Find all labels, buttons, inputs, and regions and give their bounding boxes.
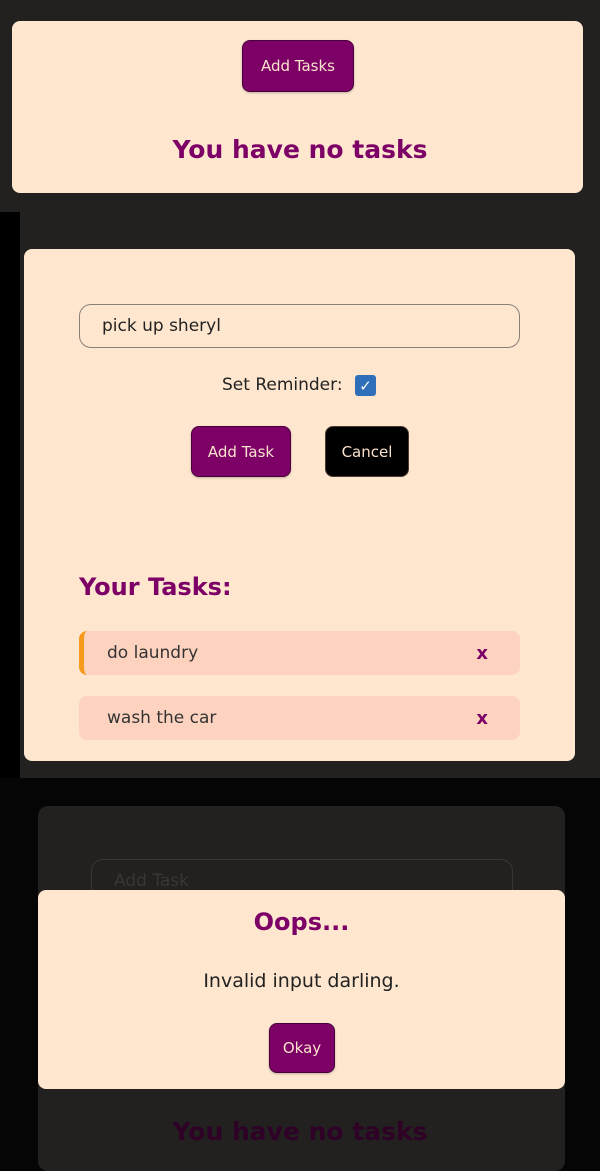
delete-task-button[interactable]: x — [476, 643, 488, 664]
empty-tasks-message: You have no tasks — [172, 135, 428, 164]
task-item[interactable]: do laundry x — [79, 631, 520, 675]
dimmed-empty-message: You have no tasks — [172, 1117, 428, 1146]
checkmark-icon: ✓ — [359, 376, 372, 395]
task-item[interactable]: wash the car x — [79, 696, 520, 740]
dialog-message: Invalid input darling. — [203, 970, 400, 992]
add-task-button[interactable]: Add Task — [191, 426, 291, 477]
task-text: wash the car — [107, 708, 217, 728]
cancel-button[interactable]: Cancel — [325, 426, 409, 477]
add-tasks-button[interactable]: Add Tasks — [242, 40, 354, 92]
task-text: do laundry — [107, 643, 199, 663]
reminder-checkbox[interactable]: ✓ — [355, 375, 376, 396]
dialog-title: Oops... — [253, 908, 350, 936]
delete-task-button[interactable]: x — [476, 708, 488, 729]
task-input[interactable] — [79, 304, 520, 348]
okay-button[interactable]: Okay — [269, 1023, 335, 1073]
screen-edge — [0, 212, 20, 778]
tasks-heading: Your Tasks: — [79, 573, 232, 601]
reminder-label: Set Reminder: — [222, 375, 343, 395]
